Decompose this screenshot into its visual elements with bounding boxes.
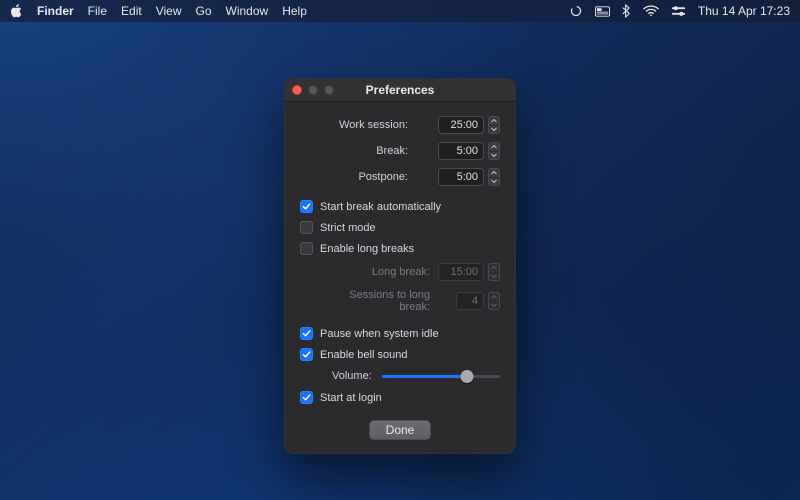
start-at-login-label: Start at login (320, 392, 382, 404)
chevron-down-icon (489, 302, 499, 310)
menu-edit[interactable]: Edit (121, 4, 142, 18)
postpone-label: Postpone: (300, 171, 408, 183)
done-button[interactable]: Done (369, 420, 432, 440)
chevron-up-icon (489, 293, 499, 302)
preferences-window: Preferences Work session: 25:00 Break: 5… (284, 78, 516, 454)
break-stepper[interactable] (488, 142, 500, 160)
chevron-up-icon[interactable] (489, 169, 499, 178)
long-break-field: 15:00 (438, 263, 484, 281)
apple-logo-icon[interactable] (10, 4, 23, 18)
chevron-up-icon[interactable] (489, 117, 499, 126)
chevron-up-icon[interactable] (489, 143, 499, 152)
menubar-clock[interactable]: Thu 14 Apr 17:23 (698, 4, 790, 18)
menubar-app-name[interactable]: Finder (37, 4, 74, 18)
start-break-auto-checkbox[interactable] (300, 200, 313, 213)
chevron-up-icon (489, 264, 499, 273)
postpone-stepper[interactable] (488, 168, 500, 186)
chevron-down-icon (489, 273, 499, 281)
input-source-icon[interactable] (595, 6, 610, 17)
volume-label: Volume: (332, 370, 372, 382)
enable-bell-checkbox[interactable] (300, 348, 313, 361)
sessions-to-long-break-label: Sessions to long break: (318, 289, 430, 313)
long-break-stepper (488, 263, 500, 281)
work-session-label: Work session: (300, 119, 408, 131)
postpone-field[interactable]: 5:00 (438, 168, 484, 186)
strict-mode-checkbox[interactable] (300, 221, 313, 234)
chevron-down-icon[interactable] (489, 152, 499, 160)
menu-window[interactable]: Window (226, 4, 269, 18)
enable-long-breaks-label: Enable long breaks (320, 243, 414, 255)
control-center-icon[interactable] (671, 5, 686, 17)
start-at-login-checkbox[interactable] (300, 391, 313, 404)
break-label: Break: (300, 145, 408, 157)
menubar: Finder File Edit View Go Window Help Thu… (0, 0, 800, 22)
wifi-icon[interactable] (643, 5, 659, 17)
pause-when-idle-label: Pause when system idle (320, 328, 439, 340)
enable-long-breaks-checkbox[interactable] (300, 242, 313, 255)
chevron-down-icon[interactable] (489, 126, 499, 134)
chevron-down-icon[interactable] (489, 178, 499, 186)
menu-go[interactable]: Go (196, 4, 212, 18)
long-break-label: Long break: (318, 266, 430, 278)
enable-bell-label: Enable bell sound (320, 349, 407, 361)
work-session-field[interactable]: 25:00 (438, 116, 484, 134)
sessions-to-long-break-field: 4 (456, 292, 484, 310)
bluetooth-icon[interactable] (622, 4, 631, 18)
close-icon[interactable] (292, 85, 302, 95)
minimize-icon (308, 85, 318, 95)
pause-when-idle-checkbox[interactable] (300, 327, 313, 340)
window-titlebar[interactable]: Preferences (284, 78, 516, 102)
start-break-auto-label: Start break automatically (320, 201, 441, 213)
volume-slider[interactable] (382, 369, 500, 383)
zoom-icon (324, 85, 334, 95)
break-field[interactable]: 5:00 (438, 142, 484, 160)
menu-view[interactable]: View (156, 4, 182, 18)
menu-help[interactable]: Help (282, 4, 307, 18)
menu-file[interactable]: File (88, 4, 107, 18)
work-session-stepper[interactable] (488, 116, 500, 134)
pomodoro-timer-icon[interactable] (569, 4, 583, 18)
sessions-to-long-break-stepper (488, 292, 500, 310)
strict-mode-label: Strict mode (320, 222, 376, 234)
